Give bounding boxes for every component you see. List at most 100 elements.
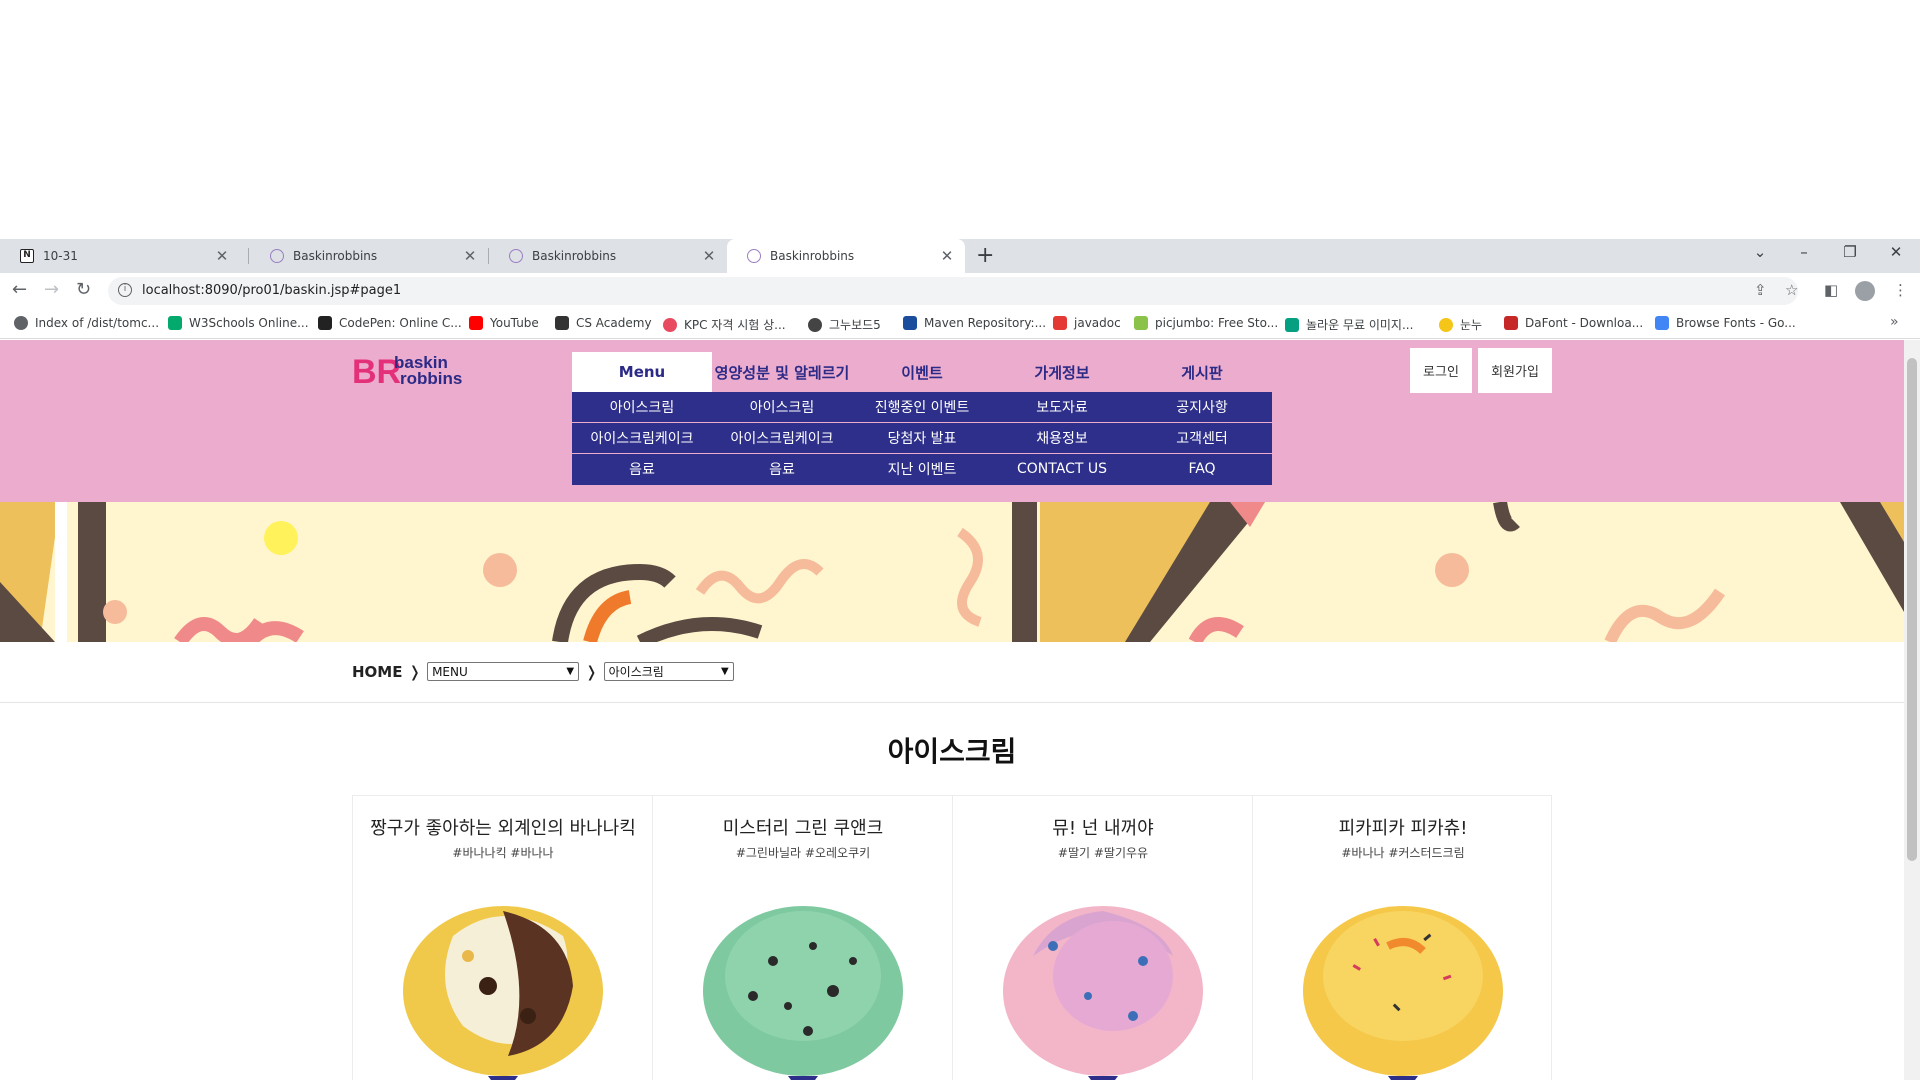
bookmark-item[interactable]: Maven Repository:... [903,316,1046,330]
tab-4-active[interactable]: Baskinrobbins ✕ [727,239,965,273]
close-icon[interactable]: ✕ [462,247,478,265]
submenu-item[interactable]: 아이스크림 [572,392,712,422]
tab-title: Baskinrobbins [770,249,855,263]
tab-1[interactable]: N 10-31 ✕ [0,239,240,273]
login-button[interactable]: 로그인 [1410,348,1472,393]
bookmark-label: 놀라운 무료 이미지... [1306,318,1414,332]
menu-subcategory-select[interactable]: 아이스크림 ▼ [603,662,734,681]
w3schools-icon [168,316,182,330]
close-icon[interactable]: ✕ [214,247,230,265]
submenu-item[interactable]: 진행중인 이벤트 [852,392,992,422]
submenu-item[interactable]: 아이스크림케이크 [712,423,852,453]
logo-text-bottom: robbins [400,369,462,388]
submenu-item[interactable]: 고객센터 [1132,423,1272,453]
product-name: 피카피카 피카츄! [1338,818,1468,839]
nav-event[interactable]: 이벤트 [852,352,992,392]
submenu-item[interactable]: 음료 [572,454,712,484]
submenu-item[interactable]: 당첨자 발표 [852,423,992,453]
menu-category-select[interactable]: MENU ▼ [427,662,580,681]
submenu-item[interactable]: 채용정보 [992,423,1132,453]
ice-cream-scoop-image [403,906,603,1080]
notion-icon: N [20,249,34,263]
nav-nutrition[interactable]: 영양성분 및 알레르기 [712,352,852,392]
profile-avatar-icon[interactable] [1855,281,1875,301]
breadcrumb-home-link[interactable]: HOME [352,663,402,681]
bookmark-item[interactable]: Browse Fonts - Go... [1655,316,1796,330]
scrollbar-thumb[interactable] [1907,358,1917,861]
product-name: 뮤! 넌 내꺼야 [1052,818,1154,839]
minimize-icon[interactable]: – [1794,243,1814,261]
site-info-icon[interactable]: i [118,283,132,297]
bookmark-item[interactable]: YouTube [469,316,539,330]
bookmark-item[interactable]: W3Schools Online... [168,316,309,330]
picjumbo-icon [1134,316,1148,330]
bookmark-label: Maven Repository:... [924,316,1047,330]
hero-banner-image [0,502,1904,642]
submenu-item[interactable]: 아이스크림케이크 [572,423,712,453]
baskin-robbins-logo[interactable]: BR baskin robbins [352,350,472,390]
signup-button[interactable]: 회원가입 [1478,348,1552,393]
cs-academy-icon [555,316,569,330]
dafont-icon [1504,316,1518,330]
bookmark-item[interactable]: 눈누 [1439,316,1482,333]
reload-icon[interactable]: ↻ [76,281,91,299]
bookmark-item[interactable]: CS Academy [555,316,652,330]
close-icon[interactable]: ✕ [939,247,955,265]
forward-icon[interactable]: → [44,281,59,299]
bookmark-item[interactable]: KPC 자격 시험 상... [663,316,786,333]
tab-3[interactable]: Baskinrobbins ✕ [489,239,727,273]
bookmark-item[interactable]: Index of /dist/tomc... [14,316,159,330]
bookmark-label: YouTube [490,316,539,330]
tab-2[interactable]: Baskinrobbins ✕ [250,239,488,273]
nav-board[interactable]: 게시판 [1132,352,1272,392]
back-icon[interactable]: ← [12,281,27,299]
bookmark-item[interactable]: 놀라운 무료 이미지... [1285,316,1413,333]
submenu-item[interactable]: CONTACT US [992,454,1132,484]
more-bookmarks-icon[interactable]: » [1890,314,1899,330]
tab-strip: N 10-31 ✕ Baskinrobbins ✕ Baskinrobbins … [0,239,1920,273]
bookmark-item[interactable]: 그누보드5 [808,316,881,333]
tab-title: Baskinrobbins [293,249,378,263]
submenu-item[interactable]: 지난 이벤트 [852,454,992,484]
submenu-item[interactable]: 아이스크림 [712,392,852,422]
bookmark-item[interactable]: picjumbo: Free Sto... [1134,316,1278,330]
breadcrumb: HOME ❭ MENU ▼ ❭ 아이스크림 ▼ [352,662,734,681]
select-value: 아이스크림 [608,665,664,679]
nav-store-info[interactable]: 가게정보 [992,352,1132,392]
page-title: 아이스크림 [887,735,1017,768]
submenu-item[interactable]: 공지사항 [1132,392,1272,422]
close-icon[interactable]: ✕ [701,247,717,265]
product-card[interactable]: 짱구가 좋아하는 외계인의 바나나킥 #바나나킥 #바나나 [353,796,653,1080]
baskin-favicon-icon [747,249,761,263]
ice-cream-scoop-image [1303,906,1503,1080]
bookmark-label: DaFont - Downloa... [1525,316,1644,330]
submenu-item[interactable]: 보도자료 [992,392,1132,422]
product-card[interactable]: 뮤! 넌 내꺼야 #딸기 #딸기우유 [953,796,1253,1080]
restore-icon[interactable]: ❐ [1840,243,1860,261]
chevron-right-icon: ❭ [585,662,598,681]
product-tags: #바나나킥 #바나나 [452,846,554,860]
bookmark-item[interactable]: javadoc [1053,316,1121,330]
product-card[interactable]: 피카피카 피카츄! #바나나 #커스터드크림 [1253,796,1553,1080]
baskin-favicon-icon [270,249,284,263]
tab-search-icon[interactable]: ⌄ [1750,243,1770,261]
submenu-item[interactable]: 음료 [712,454,852,484]
side-panel-icon[interactable]: ◧ [1824,282,1838,298]
pixabay-icon [1285,317,1299,332]
url-text[interactable]: localhost:8090/pro01/baskin.jsp#page1 [142,283,401,298]
menu-kebab-icon[interactable]: ⋮ [1893,282,1908,298]
share-icon[interactable]: ⇪ [1754,282,1767,298]
javadoc-icon [1053,316,1067,330]
chevron-right-icon: ❭ [408,662,422,681]
bookmark-star-icon[interactable]: ☆ [1785,282,1798,298]
bookmark-item[interactable]: DaFont - Downloa... [1504,316,1643,330]
noonnu-icon [1439,317,1453,332]
product-tags: #그린바닐라 #오레오쿠키 [735,846,871,860]
window-close-icon[interactable]: ✕ [1886,243,1906,261]
bookmark-item[interactable]: CodePen: Online C... [318,316,462,330]
product-card[interactable]: 미스터리 그린 쿠앤크 #그린바닐라 #오레오쿠키 [653,796,953,1080]
nav-menu[interactable]: Menu [572,352,712,392]
submenu-item[interactable]: FAQ [1132,454,1272,484]
site-header: BR baskin robbins Menu 영양성분 및 알레르기 이벤트 가… [0,340,1904,502]
new-tab-button[interactable]: + [976,245,994,267]
